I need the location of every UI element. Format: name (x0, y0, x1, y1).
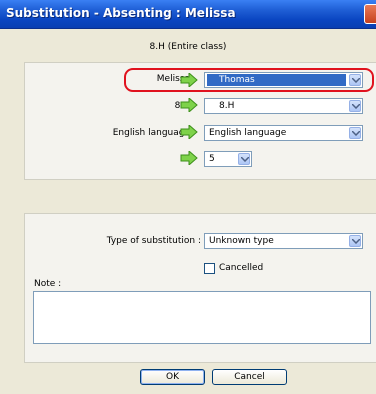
class-info: 8.H (Entire class) (149, 42, 227, 52)
chevron-down-icon[interactable] (349, 127, 361, 139)
period-select[interactable]: 5 (204, 151, 252, 167)
note-textarea[interactable] (33, 291, 371, 344)
green-right-arrow-icon (180, 125, 198, 139)
substitution-type-select[interactable]: Unknown type (204, 233, 363, 249)
chevron-down-icon[interactable] (349, 235, 361, 247)
green-right-arrow-icon (180, 98, 198, 112)
cancel-button[interactable]: Cancel (212, 369, 287, 385)
substitution-dialog: Substitution - Absenting : Melissa 8.H (… (0, 0, 376, 394)
substitution-type-label: Type of substitution : (106, 236, 201, 246)
note-label: Note : (34, 279, 62, 289)
green-right-arrow-icon (180, 151, 198, 165)
ok-button[interactable]: OK (140, 369, 205, 385)
title-bar[interactable]: Substitution - Absenting : Melissa (0, 0, 376, 29)
highlight-outline (124, 68, 374, 92)
cancelled-checkbox[interactable] (204, 263, 215, 274)
window-title: Substitution - Absenting : Melissa (6, 6, 236, 20)
subject-select[interactable]: English language (204, 125, 363, 141)
chevron-down-icon[interactable] (349, 100, 361, 112)
class-select[interactable]: 8.H (204, 98, 363, 114)
chevron-down-icon[interactable] (238, 153, 250, 165)
cancelled-label: Cancelled (219, 263, 264, 273)
subject-label: English language (112, 128, 190, 138)
close-icon[interactable] (364, 4, 376, 24)
